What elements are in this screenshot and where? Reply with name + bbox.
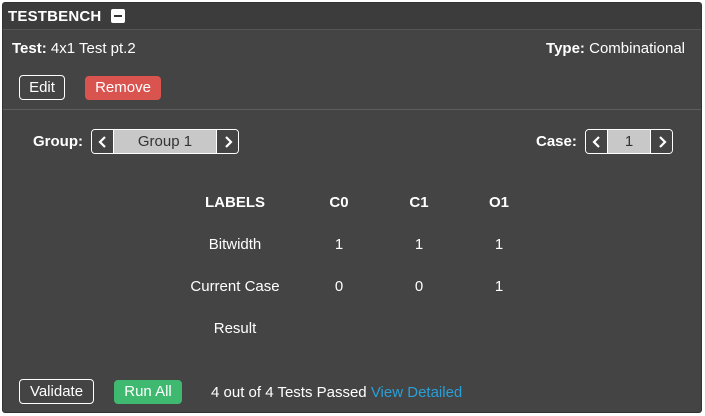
table-header: C1 [409,193,429,211]
row-label: Result [213,319,257,337]
test-name: Test: 4x1 Test pt.2 [12,40,136,57]
table-row: Bitwidth 1 1 1 [171,223,539,265]
testbench-titlebar: TESTBENCH [3,3,701,30]
table-cell [379,307,459,349]
table-header: O1 [488,193,509,211]
table-header: LABELS [205,193,265,211]
test-table: LABELS C0 C1 O1 Bitwidth 1 1 1 Current C… [171,181,539,349]
run-all-button[interactable]: Run All [114,380,182,404]
case-value: 1 [608,130,650,153]
test-type-value: Combinational [589,40,685,57]
row-label: Current Case [190,277,280,295]
table-header-row: LABELS C0 C1 O1 [171,181,539,223]
test-status: 4 out of 4 Tests Passed View Detailed [211,384,462,401]
panel-title: TESTBENCH [8,8,102,25]
table-cell: 1 [494,235,504,253]
table-row: Current Case 0 0 1 [171,265,539,307]
table-cell [299,307,379,349]
view-detailed-link[interactable]: View Detailed [371,384,462,401]
table-cell[interactable]: 1 [459,265,539,307]
test-name-value: 4x1 Test pt.2 [50,40,136,57]
table-header: C0 [329,193,349,211]
status-text: 4 out of 4 Tests Passed [211,384,367,401]
validate-button[interactable]: Validate [19,379,94,404]
table-cell: 1 [414,235,424,253]
remove-button[interactable]: Remove [85,76,161,100]
row-label: Bitwidth [208,235,262,253]
group-next-button[interactable] [216,130,238,153]
test-type: Type: Combinational [546,40,685,57]
chevron-right-icon [224,135,233,148]
group-label: Group: [33,133,83,150]
group-prev-button[interactable] [92,130,114,153]
testbench-panel: TESTBENCH Test: 4x1 Test pt.2 Type: Comb… [2,2,702,413]
table-row: Result [171,307,539,349]
table-cell[interactable]: 0 [379,265,459,307]
table-cell [459,307,539,349]
table-cell: 1 [334,235,344,253]
chevron-left-icon [97,135,106,148]
section-divider [3,109,701,110]
test-type-label: Type: [546,40,585,57]
chevron-left-icon [591,135,600,148]
chevron-right-icon [658,135,667,148]
test-name-label: Test: [12,40,47,57]
group-stepper: Group 1 [91,129,239,154]
edit-button[interactable]: Edit [19,75,65,100]
case-label: Case: [536,133,577,150]
collapse-icon[interactable] [111,9,125,23]
group-value: Group 1 [114,130,216,153]
table-cell[interactable]: 0 [299,265,379,307]
case-next-button[interactable] [650,130,672,153]
case-stepper: 1 [585,129,673,154]
case-prev-button[interactable] [586,130,608,153]
